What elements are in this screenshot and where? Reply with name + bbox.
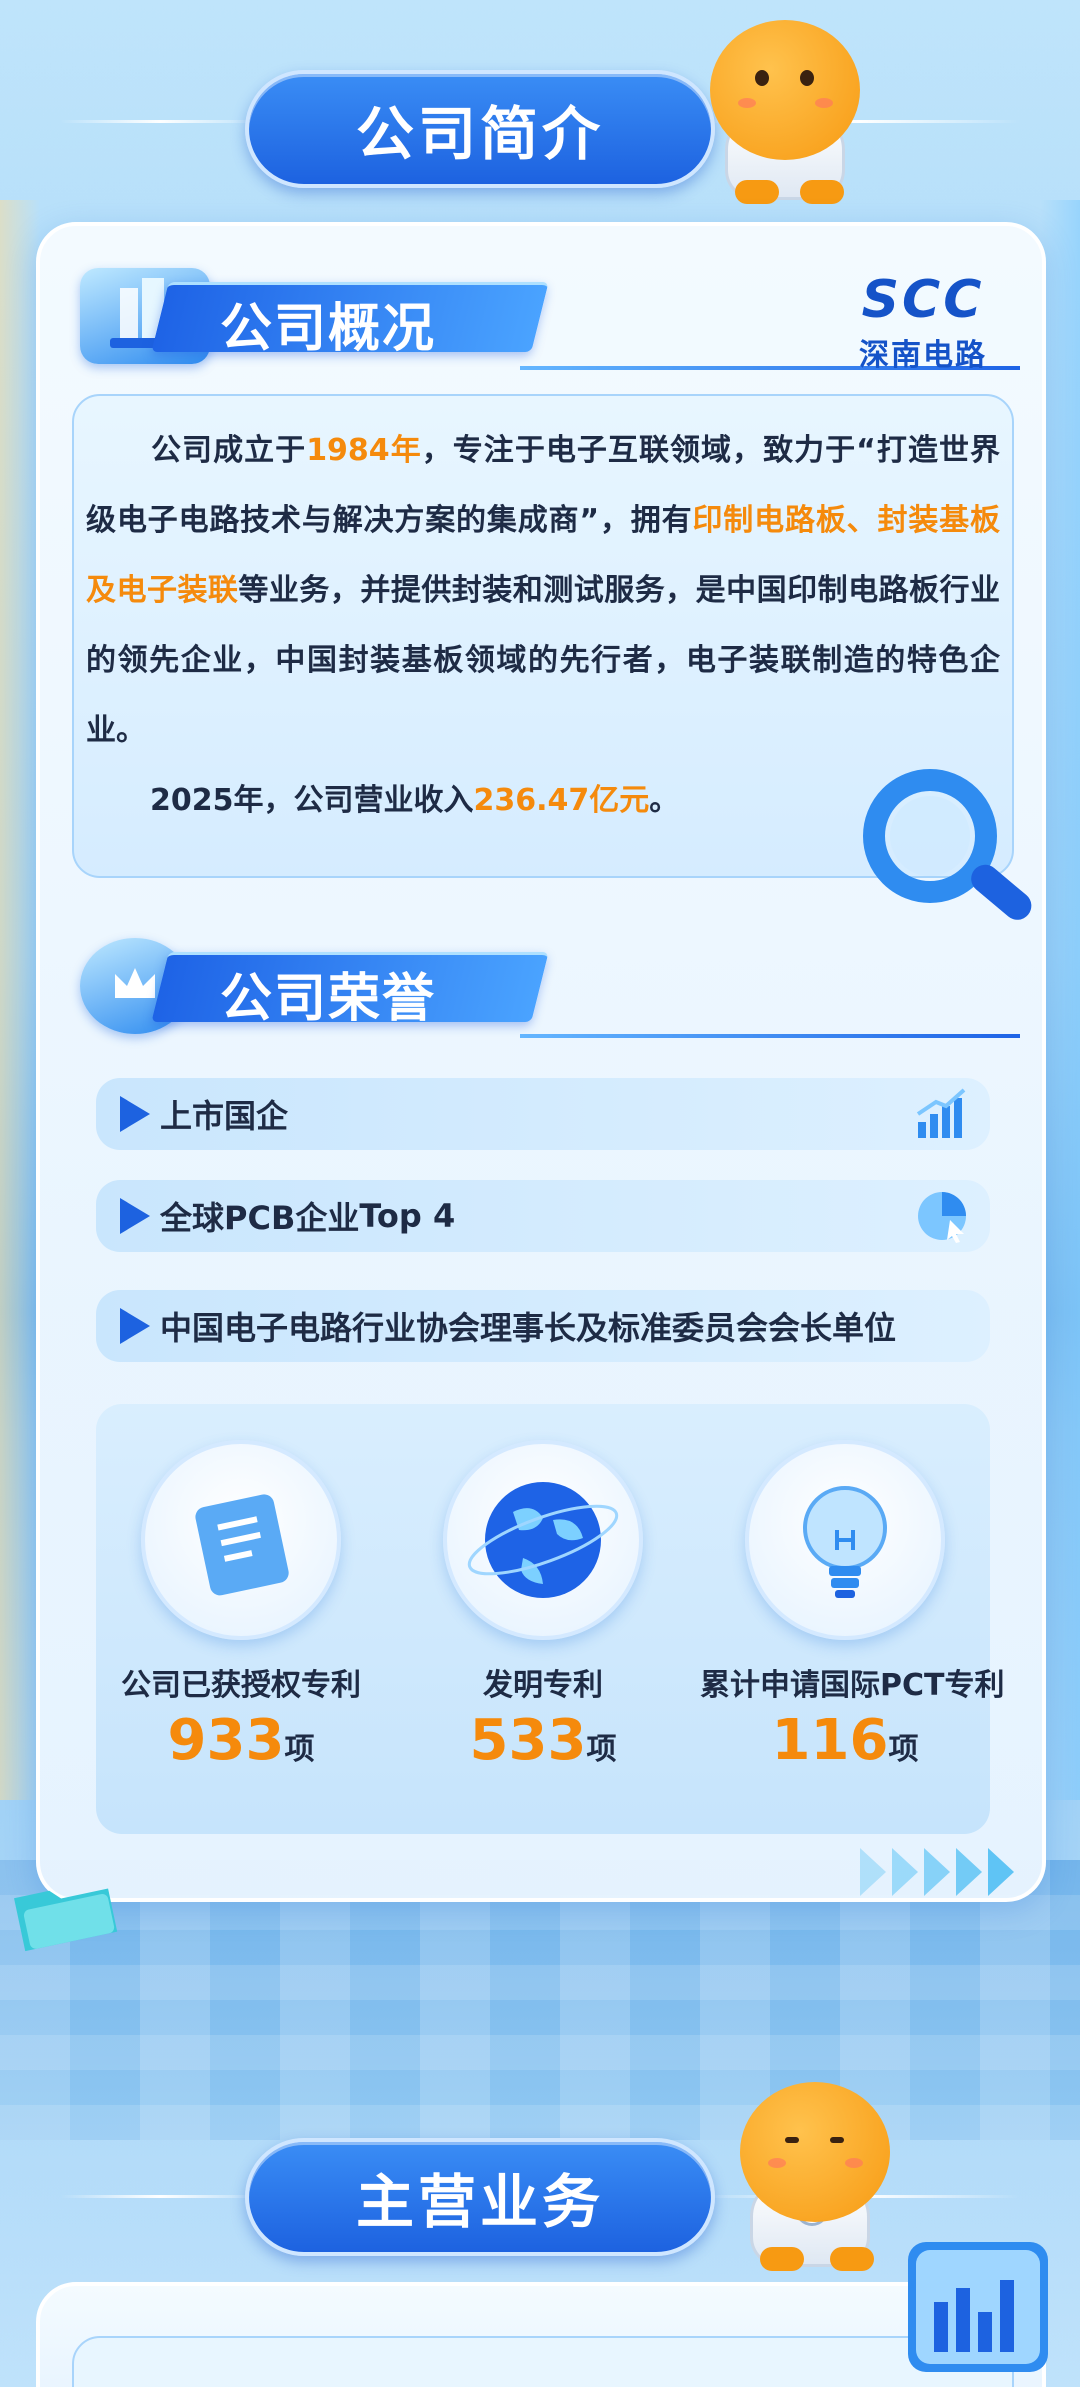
mascot-eye [785, 2137, 799, 2143]
text-segment: 。 [649, 783, 680, 818]
intro-card: 公司概况 SCC 深南电路 公司成立于1984年，专注于电子互联领域，致力于“打… [36, 222, 1046, 1902]
honor-highlight: Top 4 [359, 1197, 456, 1235]
patent-document-icon [141, 1440, 341, 1640]
lightbulb-icon [745, 1440, 945, 1640]
stat-item: 发明专利 533项 [398, 1440, 688, 1773]
stat-number: 116 [771, 1708, 889, 1773]
stat-unit: 项 [586, 1732, 617, 1767]
arrow-icon [120, 1198, 150, 1234]
stat-value: 116项 [700, 1708, 990, 1773]
mascot-eye [800, 70, 814, 86]
mascot-cheek [815, 98, 833, 108]
bar-chart-up-icon [914, 1086, 970, 1142]
honor-item: 中国电子电路行业协会理事长及标准委员会会长单位 [96, 1290, 990, 1362]
stat-label: 公司已获授权专利 [121, 1668, 361, 1703]
folder-icon [10, 1862, 120, 1952]
honors-section-title: 公司荣誉 [80, 938, 640, 1034]
background-glow-right [1040, 200, 1080, 1800]
section-title-text: 公司荣誉 [220, 969, 437, 1029]
patent-stats-box: 公司已获授权专利 933项 发明专利 533项 累计申请国际PCT专利 116项 [96, 1404, 1005, 1834]
mascot-eye [830, 2137, 844, 2143]
mascot-foot [830, 2247, 874, 2271]
stat-item: 累计申请国际PCT专利 116项 [700, 1440, 1005, 1773]
overview-paragraph-1: 公司成立于1984年，专注于电子互联领域，致力于“打造世界级电子电路技术与解决方… [86, 416, 1000, 766]
mascot-foot [800, 180, 844, 204]
banner-line-left [60, 2195, 260, 2198]
section-banner-intro: 公司简介 [245, 70, 715, 188]
banner-title: 公司简介 [355, 100, 604, 168]
chevron-right-icon [860, 1848, 886, 1896]
mascot-foot [735, 180, 779, 204]
text-segment: 公司成立于 [150, 433, 307, 468]
chevron-right-icon [924, 1848, 950, 1896]
mascot-cheek [768, 2158, 786, 2168]
overview-section-title: 公司概况 [80, 268, 640, 364]
globe-icon [443, 1440, 643, 1640]
chevron-right-icon [988, 1848, 1014, 1896]
mascot-head [740, 2082, 890, 2222]
banner-title: 主营业务 [355, 2168, 604, 2236]
arrow-icon [120, 1096, 150, 1132]
honor-item: 全球PCB企业 Top 4 [96, 1180, 990, 1252]
highlight-year: 1984年 [306, 433, 422, 468]
business-content-box [72, 2336, 1014, 2387]
pie-chart-icon [914, 1188, 970, 1244]
stat-unit: 项 [284, 1732, 315, 1767]
company-logo: SCC 深南电路 [859, 274, 987, 374]
chevron-right-icon [892, 1848, 918, 1896]
magnifier-icon [850, 766, 1070, 946]
honor-text: 中国电子电路行业协会理事长及标准委员会会长单位 [160, 1309, 897, 1347]
stat-value: 533项 [398, 1708, 688, 1773]
mascot-head [710, 20, 860, 160]
stat-value: 933项 [96, 1708, 386, 1773]
stat-number: 533 [469, 1708, 587, 1773]
stat-number: 933 [167, 1708, 285, 1773]
business-card [36, 2282, 1046, 2387]
logo-en: SCC [861, 270, 985, 330]
mascot-foot [760, 2247, 804, 2271]
stat-label: 发明专利 [483, 1668, 603, 1703]
mascot-top [690, 20, 900, 204]
mascot-bottom [720, 2082, 920, 2272]
stat-unit: 项 [888, 1732, 919, 1767]
chevron-right-icon [956, 1848, 982, 1896]
text-segment: 2025年，公司营业收入 [150, 783, 474, 818]
section-title-text: 公司概况 [220, 299, 437, 359]
background-glow-left [0, 200, 40, 1800]
section-banner-business: 主营业务 [245, 2138, 715, 2256]
highlight-revenue: 236.47亿元 [473, 783, 650, 818]
arrow-icon [120, 1308, 150, 1344]
mascot-cheek [738, 98, 756, 108]
honor-item: 上市国企 [96, 1078, 990, 1150]
bar-chart-cube-icon [898, 2232, 1058, 2382]
mascot-eye [755, 70, 769, 86]
mascot-cheek [845, 2158, 863, 2168]
section-underline [520, 1034, 1020, 1038]
banner-line-left [60, 120, 260, 123]
honor-text: 全球PCB企业 [160, 1199, 360, 1237]
stat-item: 公司已获授权专利 933项 [96, 1440, 386, 1773]
logo-cn: 深南电路 [859, 338, 987, 373]
honor-text: 上市国企 [160, 1097, 289, 1135]
stat-label: 累计申请国际PCT专利 [700, 1668, 1005, 1703]
